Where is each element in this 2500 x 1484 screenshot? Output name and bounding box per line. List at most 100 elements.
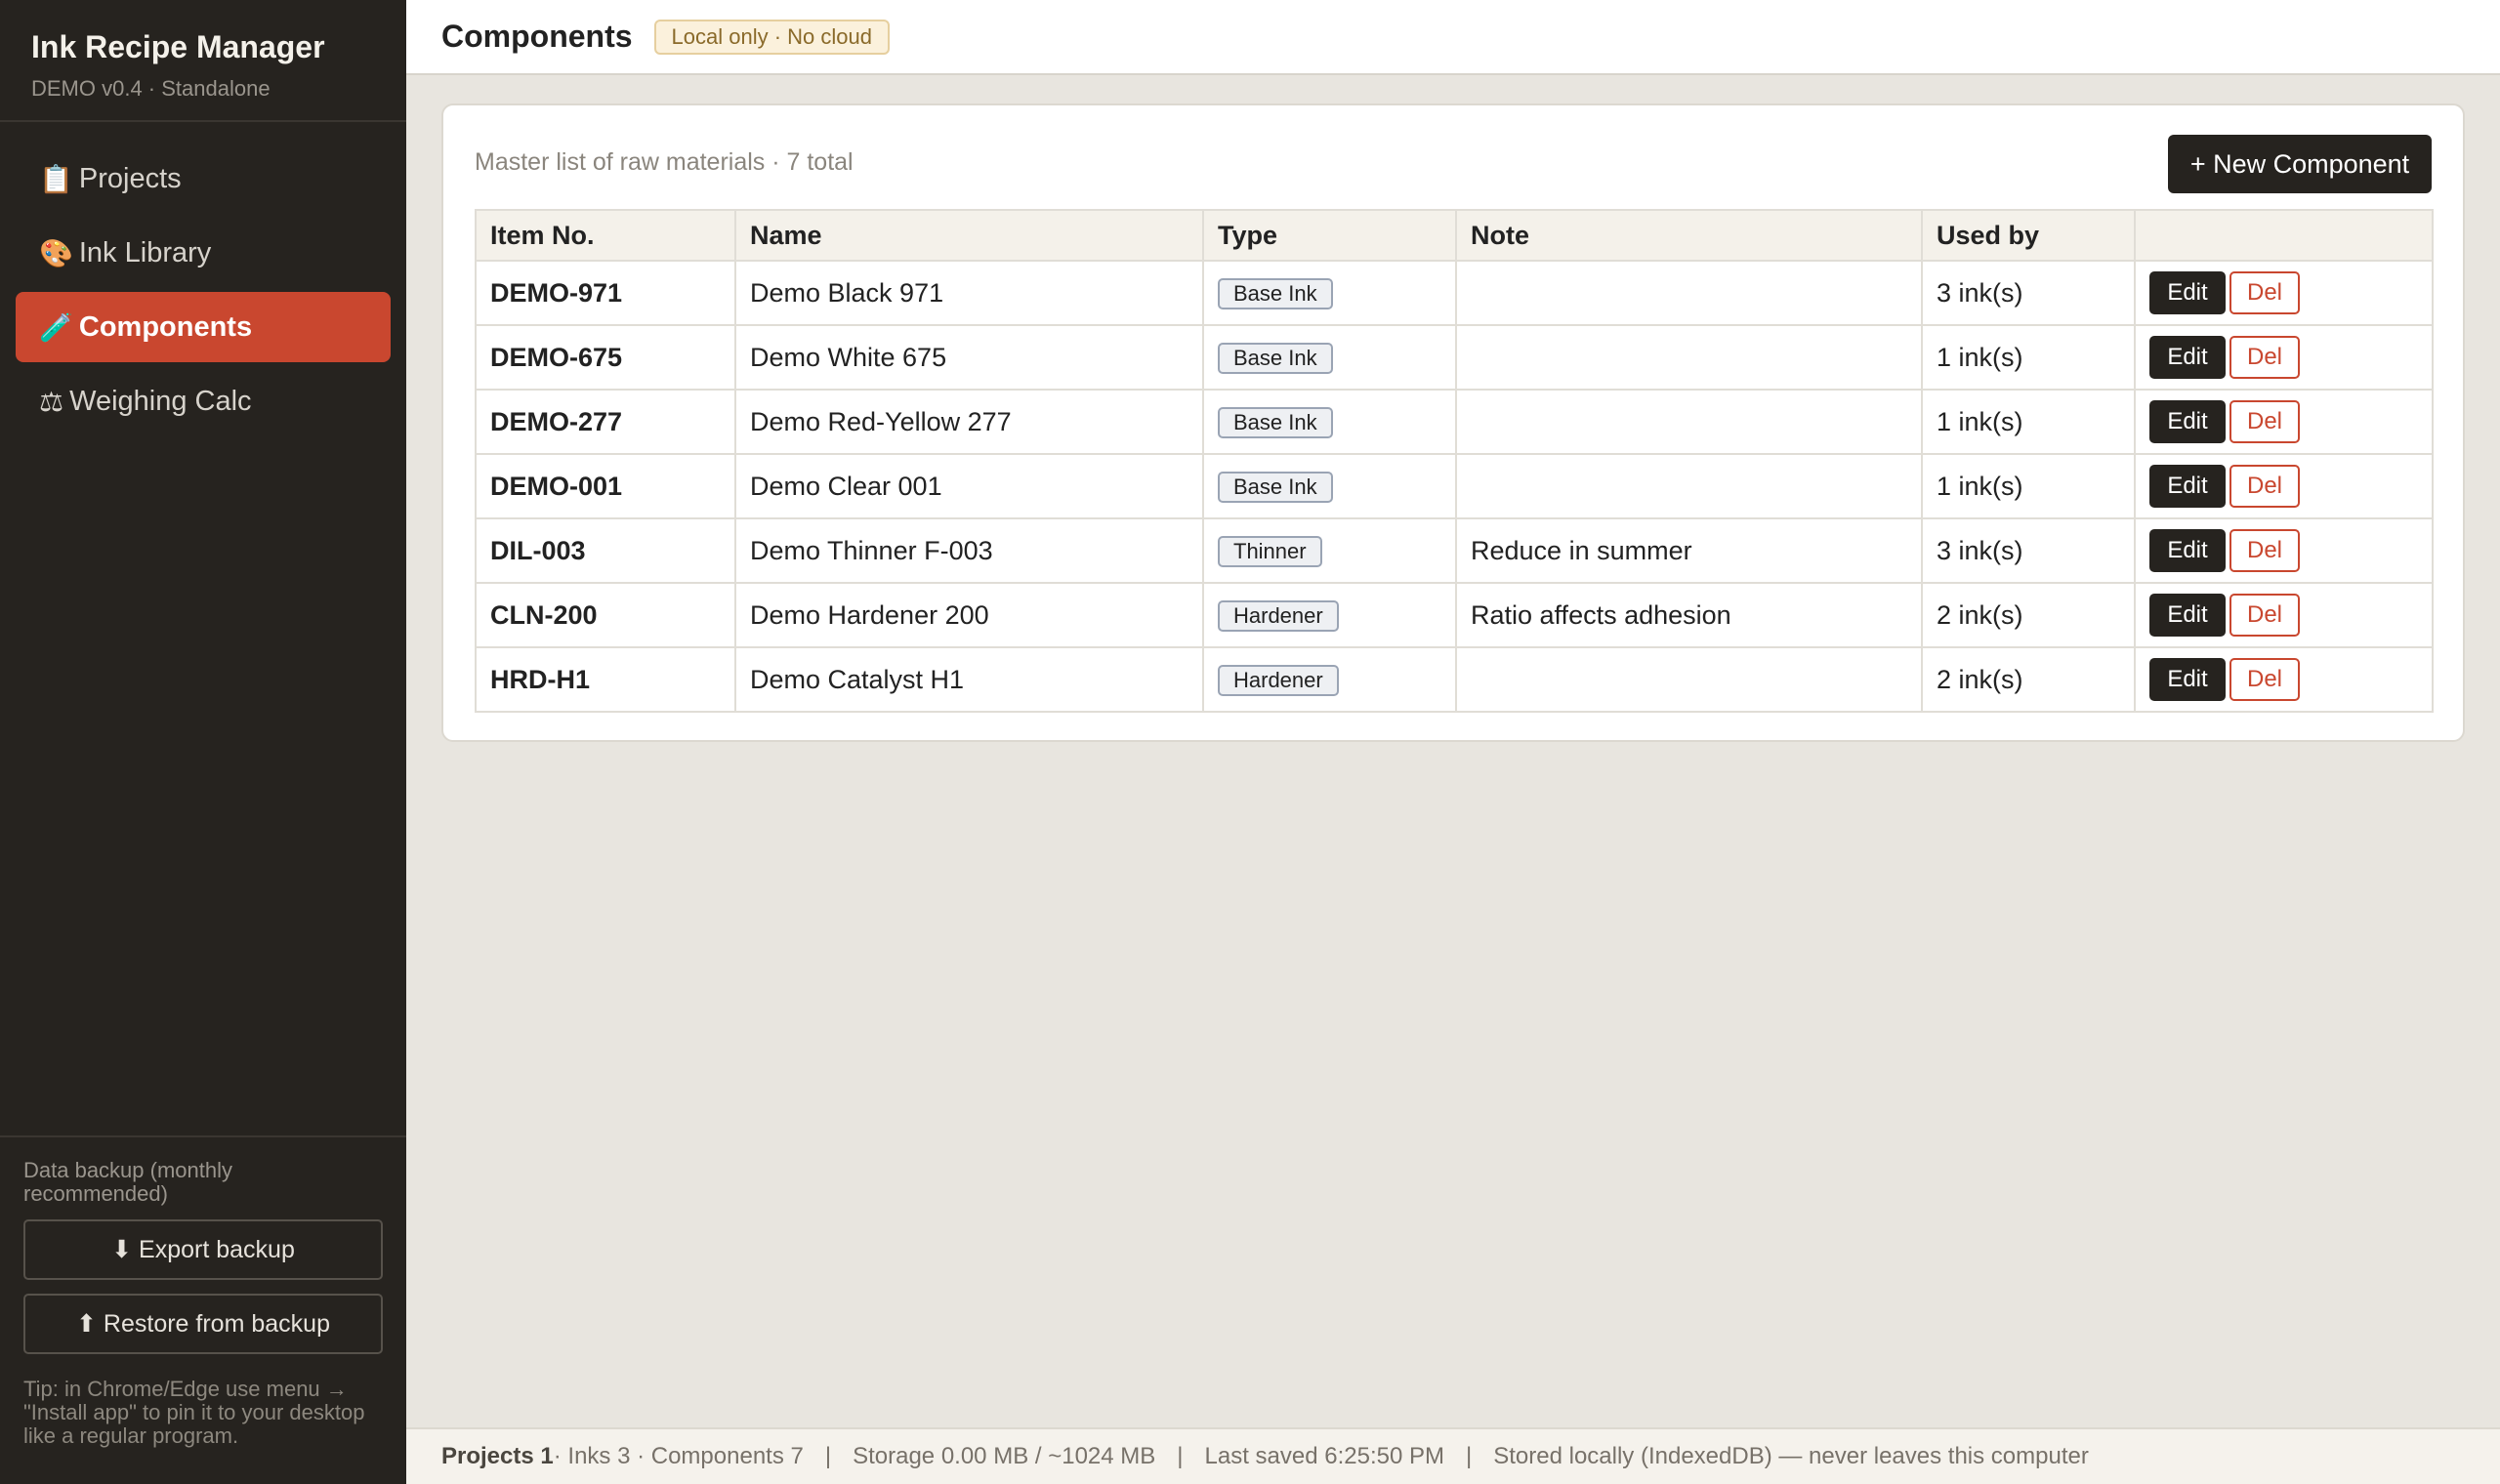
delete-button[interactable]: Del [2229, 594, 2300, 637]
actions-cell: Edit Del [2134, 453, 2434, 519]
note-cell [1455, 389, 1923, 455]
item-no-cell: DEMO-001 [475, 453, 736, 519]
name-cell: Demo Hardener 200 [734, 582, 1204, 648]
card-subtitle: Master list of raw materials · 7 total [475, 148, 854, 176]
table-row: DIL-003 Demo Thinner F-003 Thinner Reduc… [475, 517, 2434, 584]
used-by-cell: 3 ink(s) [1921, 260, 2136, 326]
sidebar-item-components[interactable]: 🧪 Components [16, 292, 391, 362]
table-row: DEMO-277 Demo Red-Yellow 277 Base Ink 1 … [475, 389, 2434, 455]
backup-label: Data backup (monthly recommended) [23, 1158, 232, 1206]
item-no-cell: DEMO-675 [475, 324, 736, 391]
status-bar: Projects 1 · Inks 3 · Components 7 | Sto… [406, 1427, 2500, 1484]
edit-button[interactable]: Edit [2149, 400, 2226, 443]
note-cell: Reduce in summer [1455, 517, 1923, 584]
actions-cell: Edit Del [2134, 389, 2434, 455]
actions-cell: Edit Del [2134, 646, 2434, 713]
type-badge: Base Ink [1218, 277, 1333, 309]
app-title: Ink Recipe Manager [31, 29, 325, 64]
item-no-cell: DIL-003 [475, 517, 736, 584]
table-row: DEMO-971 Demo Black 971 Base Ink 3 ink(s… [475, 260, 2434, 326]
delete-button[interactable]: Del [2229, 271, 2300, 314]
edit-button[interactable]: Edit [2149, 336, 2226, 379]
status-separator: | [1466, 1443, 1473, 1469]
sidebar-item-label: Ink Library [78, 236, 212, 268]
used-by-cell: 3 ink(s) [1921, 517, 2136, 584]
new-component-button[interactable]: + New Component [2168, 135, 2432, 193]
actions-cell: Edit Del [2134, 260, 2434, 326]
local-only-badge: Local only · No cloud [653, 19, 890, 55]
type-cell: Base Ink [1202, 260, 1457, 326]
status-counts: · Inks 3 · Components 7 [553, 1443, 804, 1469]
delete-button[interactable]: Del [2229, 465, 2300, 508]
column-header-name[interactable]: Name [734, 209, 1204, 262]
type-badge: Thinner [1218, 535, 1322, 567]
type-badge: Base Ink [1218, 471, 1333, 503]
delete-button[interactable]: Del [2229, 400, 2300, 443]
edit-button[interactable]: Edit [2149, 271, 2226, 314]
column-header-used-by[interactable]: Used by [1921, 209, 2136, 262]
card-header: Master list of raw materials · 7 total +… [475, 135, 2432, 193]
name-cell: Demo Red-Yellow 277 [734, 389, 1204, 455]
item-no-cell: CLN-200 [475, 582, 736, 648]
status-projects-count: Projects 1 [441, 1443, 554, 1469]
table-row: CLN-200 Demo Hardener 200 Hardener Ratio… [475, 582, 2434, 648]
sidebar-item-projects[interactable]: 📋 Projects [16, 144, 391, 214]
sidebar-item-label: Projects [78, 162, 182, 194]
type-badge: Hardener [1218, 599, 1339, 632]
sidebar-item-weighing-calc[interactable]: ⚖ Weighing Calc [16, 366, 391, 436]
sidebar-item-ink-library[interactable]: 🎨 Ink Library [16, 218, 391, 288]
note-cell [1455, 260, 1923, 326]
name-cell: Demo Clear 001 [734, 453, 1204, 519]
sidebar-item-label: Weighing Calc [69, 385, 252, 417]
status-storage: Storage 0.00 MB / ~1024 MB [853, 1443, 1156, 1469]
actions-cell: Edit Del [2134, 517, 2434, 584]
edit-button[interactable]: Edit [2149, 594, 2226, 637]
test-tube-icon: 🧪 [39, 311, 73, 343]
delete-button[interactable]: Del [2229, 529, 2300, 572]
top-bar: Components Local only · No cloud [406, 0, 2500, 75]
used-by-cell: 1 ink(s) [1921, 453, 2136, 519]
backup-panel: Data backup (monthly recommended) ⬇ Expo… [0, 1135, 406, 1484]
status-separator: | [1177, 1443, 1184, 1469]
delete-button[interactable]: Del [2229, 658, 2300, 701]
used-by-cell: 2 ink(s) [1921, 582, 2136, 648]
components-card: Master list of raw materials · 7 total +… [441, 103, 2465, 742]
actions-cell: Edit Del [2134, 582, 2434, 648]
table-row: DEMO-675 Demo White 675 Base Ink 1 ink(s… [475, 324, 2434, 391]
column-header-item-no[interactable]: Item No. [475, 209, 736, 262]
install-tip: Tip: in Chrome/Edge use menu → "Install … [23, 1377, 365, 1448]
item-no-cell: HRD-H1 [475, 646, 736, 713]
type-badge: Base Ink [1218, 406, 1333, 438]
used-by-cell: 1 ink(s) [1921, 389, 2136, 455]
column-header-type[interactable]: Type [1202, 209, 1457, 262]
export-backup-button[interactable]: ⬇ Export backup [23, 1219, 383, 1280]
type-cell: Base Ink [1202, 389, 1457, 455]
name-cell: Demo White 675 [734, 324, 1204, 391]
edit-button[interactable]: Edit [2149, 529, 2226, 572]
status-separator: | [824, 1443, 832, 1469]
delete-button[interactable]: Del [2229, 336, 2300, 379]
restore-backup-button[interactable]: ⬆ Restore from backup [23, 1294, 383, 1354]
used-by-cell: 2 ink(s) [1921, 646, 2136, 713]
status-last-saved: Last saved 6:25:50 PM [1204, 1443, 1444, 1469]
note-cell [1455, 324, 1923, 391]
table-header-row: Item No. Name Type Note Used by [475, 209, 2434, 262]
scales-icon: ⚖ [39, 386, 64, 417]
type-cell: Thinner [1202, 517, 1457, 584]
table-row: HRD-H1 Demo Catalyst H1 Hardener 2 ink(s… [475, 646, 2434, 713]
type-cell: Hardener [1202, 582, 1457, 648]
clipboard-icon: 📋 [39, 163, 73, 194]
name-cell: Demo Thinner F-003 [734, 517, 1204, 584]
type-cell: Base Ink [1202, 324, 1457, 391]
edit-button[interactable]: Edit [2149, 658, 2226, 701]
page-title: Components [441, 19, 633, 54]
item-no-cell: DEMO-277 [475, 389, 736, 455]
item-no-cell: DEMO-971 [475, 260, 736, 326]
note-cell [1455, 453, 1923, 519]
column-header-note[interactable]: Note [1455, 209, 1923, 262]
column-header-actions [2134, 209, 2434, 262]
brand: Ink Recipe Manager DEMO v0.4 · Standalon… [0, 0, 406, 122]
status-storage-location: Stored locally (IndexedDB) — never leave… [1493, 1443, 2089, 1469]
type-cell: Base Ink [1202, 453, 1457, 519]
edit-button[interactable]: Edit [2149, 465, 2226, 508]
